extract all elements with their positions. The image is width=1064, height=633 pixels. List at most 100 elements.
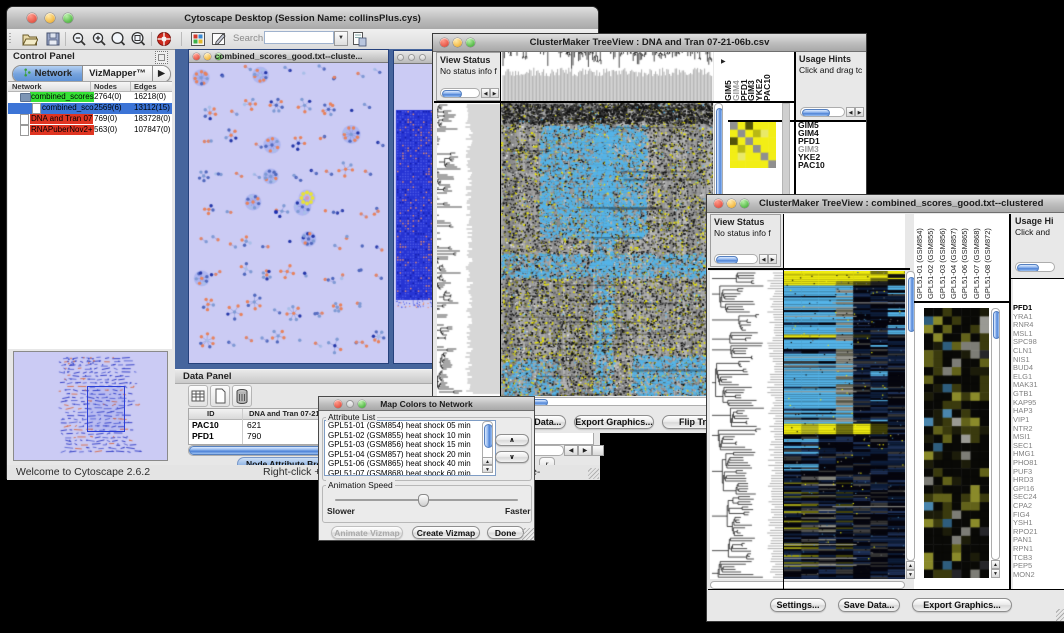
resize-grip[interactable]	[588, 468, 599, 479]
search-label: Search:	[233, 33, 266, 44]
tv2-heatmap[interactable]	[784, 271, 905, 579]
scroll-left-arrow[interactable]: ◀	[759, 254, 768, 264]
view-status-text: No status info f	[714, 228, 771, 238]
tv2-row-dendrogram[interactable]	[710, 271, 783, 579]
zoom-selected-icon[interactable]	[130, 31, 146, 47]
settings-button[interactable]: Settings...	[770, 598, 826, 612]
network-overview[interactable]	[13, 351, 168, 461]
scroll-right-arrow[interactable]: ▶	[768, 254, 777, 264]
scroll-up-arrow[interactable]: ▲	[482, 457, 493, 465]
tv2-column-label: GPL51-04 (GSM857)	[949, 228, 958, 299]
move-up-button[interactable]: ∧	[495, 434, 529, 446]
tv2-hscrollbar[interactable]	[710, 581, 905, 589]
zoom-out-icon[interactable]	[71, 31, 87, 47]
attribute-list[interactable]: GPL51-01 (GSM854) heat shock 05 minGPL51…	[324, 420, 496, 476]
overview-viewport-rect[interactable]	[87, 386, 125, 432]
network-row[interactable]: RNAPuberNov2+ 563(0) 107847(0)	[8, 125, 172, 136]
done-button[interactable]: Done	[487, 526, 524, 539]
tv2-usage-scrollbar[interactable]	[1015, 262, 1055, 272]
export-graphics-button[interactable]: Export Graphics...	[912, 598, 1012, 612]
tv1-view-status-panel: View Status No status info f ◀ ▶	[436, 52, 502, 101]
create-vizmap-button[interactable]: Create Vizmap	[412, 526, 480, 539]
attribute-list-item[interactable]: GPL51-03 (GSM856) heat shock 15 min	[325, 440, 495, 450]
network-row[interactable]: DNA and Tran 07 769(0) 183728(0)	[8, 114, 172, 125]
treeview2-title: ClusterMaker TreeView : combined_scores_…	[759, 198, 1064, 209]
scroll-right-arrow[interactable]: ▶	[855, 107, 864, 117]
tv2-zoom-heatmap[interactable]	[924, 308, 989, 578]
scroll-down-arrow[interactable]: ▼	[991, 569, 1000, 578]
new-attribute-icon[interactable]	[210, 385, 230, 407]
scroll-left-arrow[interactable]: ◀	[564, 445, 578, 456]
document-icon	[20, 125, 29, 136]
scroll-down-arrow[interactable]: ▼	[906, 570, 915, 579]
delete-attribute-icon[interactable]	[232, 385, 252, 407]
export-icon[interactable]	[351, 31, 367, 47]
tv2-column-label: GPL51-08 (GSM872)	[983, 228, 992, 299]
scroll-right-arrow[interactable]: ▶	[490, 88, 499, 98]
save-data-button[interactable]: Save Data...	[838, 598, 900, 612]
tv1-column-dendrogram[interactable]	[501, 52, 713, 101]
annotation-icon[interactable]	[211, 31, 227, 47]
lifesaver-icon[interactable]	[156, 31, 172, 47]
mini-arrow-icon[interactable]: ▶	[721, 58, 726, 65]
network-edges: 13112(15)	[134, 103, 170, 113]
zoom-fit-icon[interactable]	[110, 31, 126, 47]
resize-grip[interactable]	[522, 528, 534, 540]
tab-overflow-arrow[interactable]: ▶	[153, 66, 170, 82]
scroll-right-arrow[interactable]: ▶	[578, 445, 592, 456]
scroll-up-arrow[interactable]: ▲	[906, 561, 915, 570]
attribute-list-item[interactable]: GPL51-01 (GSM854) heat shock 05 min	[325, 421, 495, 431]
animate-vizmap-button[interactable]: Animate Vizmap	[331, 526, 403, 539]
tv2-status-scrollbar[interactable]	[714, 254, 758, 264]
zoom-in-icon[interactable]	[91, 31, 107, 47]
save-icon[interactable]	[45, 31, 61, 47]
zoom-button[interactable]	[740, 199, 749, 208]
tab-vizmapper[interactable]: VizMapper™	[83, 66, 153, 82]
open-icon[interactable]	[22, 31, 38, 47]
network-frame-title: combined_scores_good.txt--cluste...	[189, 51, 388, 61]
attribute-grid-icon[interactable]	[190, 31, 206, 47]
treeview1-titlebar[interactable]: ClusterMaker TreeView : DNA and Tran 07-…	[433, 34, 866, 52]
attribute-list-item[interactable]: GPL51-07 (GSM868) heat shock 60 min	[325, 469, 495, 477]
float-panel-icon[interactable]	[155, 51, 168, 64]
attribute-select-icon[interactable]	[188, 385, 208, 407]
tv1-usage-scrollbar[interactable]	[800, 107, 845, 117]
scroll-left-arrow[interactable]: ◀	[846, 107, 855, 117]
tv2-vscrollbar[interactable]	[906, 271, 915, 561]
search-input[interactable]	[264, 31, 334, 44]
move-down-button[interactable]: ∨	[495, 451, 529, 463]
gene-label: MON2	[1013, 571, 1038, 580]
attribute-list-item[interactable]: GPL51-06 (GSM865) heat shock 40 min	[325, 459, 495, 469]
minimize-button[interactable]	[727, 199, 736, 208]
network-frame-1[interactable]: combined_scores_good.txt--cluste...	[188, 49, 389, 364]
scroll-down-arrow[interactable]: ▼	[482, 465, 493, 473]
search-dropdown-button[interactable]: ▼	[334, 31, 348, 46]
treeview2-titlebar[interactable]: ClusterMaker TreeView : combined_scores_…	[707, 195, 1064, 213]
network-nodes: 769(0)	[94, 114, 117, 124]
scroll-left-arrow[interactable]: ◀	[481, 88, 490, 98]
network-list: Network Nodes Edges combined_scores 2764…	[8, 81, 172, 349]
treeview2-window: ClusterMaker TreeView : combined_scores_…	[706, 194, 1064, 622]
animation-slider-thumb[interactable]	[418, 494, 429, 507]
tv2-zoom-vscrollbar[interactable]	[991, 308, 1000, 560]
tv1-heatmap[interactable]	[501, 103, 713, 396]
network-row[interactable]: combined_scores 2764(0) 16218(0)	[8, 92, 172, 103]
close-button[interactable]	[714, 199, 723, 208]
attribute-list-item[interactable]: GPL51-02 (GSM855) heat shock 10 min	[325, 431, 495, 441]
network-name: DNA and Tran 07	[30, 114, 93, 124]
export-graphics-button[interactable]: Export Graphics...	[574, 415, 654, 429]
network-row[interactable]: combined_sco 2569(6) 13112(15)	[8, 103, 172, 114]
main-titlebar[interactable]: Cytoscape Desktop (Session Name: collins…	[7, 7, 598, 30]
dialog-titlebar[interactable]: Map Colors to Network	[319, 397, 534, 411]
tv1-zoom-heatmap[interactable]	[730, 122, 776, 168]
network-edges: 107847(0)	[134, 125, 170, 135]
tv2-column-label: GPL51-06 (GSM865)	[960, 228, 969, 299]
tab-network[interactable]: Network	[13, 66, 83, 82]
attribute-list-item[interactable]: GPL51-04 (GSM857) heat shock 20 min	[325, 450, 495, 460]
scroll-up-arrow[interactable]: ▲	[991, 560, 1000, 569]
tv1-row-dendrogram[interactable]	[437, 103, 500, 396]
resize-grip[interactable]	[1056, 609, 1064, 621]
network-list-header[interactable]: Network Nodes Edges	[8, 82, 172, 92]
tv2-button-bar: Settings... Save Data... Export Graphics…	[708, 590, 1064, 621]
tv1-status-scrollbar[interactable]	[440, 88, 480, 98]
